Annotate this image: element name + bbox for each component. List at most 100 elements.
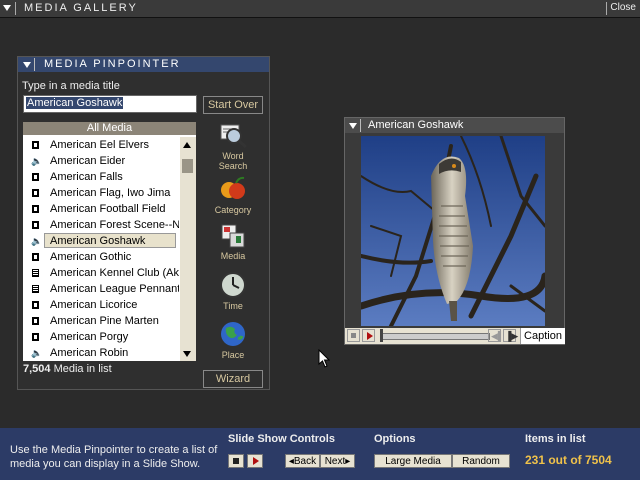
mouse-cursor-icon [318,348,331,371]
image-icon [32,205,39,213]
list-item[interactable]: 🔈 American Goshawk [23,233,179,249]
list-header: All Media [23,122,196,135]
search-label: Type in a media title [22,80,120,92]
tool-place[interactable]: Place [208,320,258,360]
clock-icon [218,271,248,299]
divider [34,58,35,71]
slideshow-play-button[interactable] [247,454,263,468]
list-item[interactable]: American Eel Elvers [23,137,179,153]
caption-button[interactable]: Caption [520,328,565,344]
list-item[interactable]: 🔈 American Robin [23,345,179,361]
list-rows: American Eel Elvers 🔈 American Eider Americ… [23,137,179,361]
tool-label: Media [220,251,246,261]
slideshow-stop-button[interactable] [228,454,244,468]
list-item-label: American Licorice [50,299,138,311]
title-bar: MEDIA GALLERY Close [0,0,640,18]
start-over-button[interactable]: Start Over [203,96,263,114]
window-title: MEDIA GALLERY [24,2,138,14]
list-item[interactable]: American Flag, Iwo Jima [23,185,179,201]
scroll-up-icon[interactable] [183,142,191,148]
rewind-button[interactable]: ◀▌ [488,329,504,342]
list-item-label: American Falls [50,171,123,183]
media-title-input[interactable]: American Goshawk [23,95,197,113]
random-button[interactable]: Random [452,454,510,468]
list-item[interactable]: American Gothic [23,249,179,265]
slider-handle[interactable] [380,329,383,342]
list-item-label: American Goshawk [50,235,146,247]
media-pinpointer-panel: MEDIA PINPOINTER Type in a media title A… [17,56,270,390]
forward-button[interactable]: ▐▶ [503,329,518,342]
media-count: 7,504 Media in list [23,363,112,375]
media-list: All Media American Eel Elvers 🔈 American E… [23,122,196,361]
media-count-text: Media in list [50,363,112,375]
viewer-header: American Goshawk [345,118,564,133]
tool-time[interactable]: Time [208,271,258,311]
media-count-number: 7,504 [23,363,51,375]
play-icon [253,457,259,465]
list-scrollbar[interactable] [180,137,196,361]
back-label: Back [293,456,317,467]
tool-label: Category [214,205,252,215]
scroll-down-icon[interactable] [183,351,191,357]
next-arrow-icon: ▸ [345,456,351,467]
image-icon [32,189,39,197]
table-icon [32,285,39,293]
slideshow-heading: Slide Show Controls [228,433,335,445]
tool-word-search[interactable]: Word Search [208,121,258,171]
tool-label: Word Search [218,151,248,171]
wizard-button[interactable]: Wizard [203,370,263,388]
image-icon [32,253,39,261]
stop-icon [351,333,356,338]
list-item[interactable]: 🔈 American Eider [23,153,179,169]
items-count: 231 out of 7504 [525,453,612,467]
media-viewer: American Goshawk ◀▌ ▐▶ Caption [344,117,565,345]
list-item-label: American Robin [50,347,129,359]
list-item[interactable]: American Kennel Club (Ak [23,265,179,281]
list-item-label: American Eider [50,155,126,167]
blocks-icon [218,221,248,249]
pinpointer-title: MEDIA PINPOINTER [44,58,181,70]
list-item[interactable]: American Football Field [23,201,179,217]
items-heading: Items in list [525,433,586,445]
list-item[interactable]: American Licorice [23,297,179,313]
globe-icon [218,320,248,348]
list-item-label: American Flag, Iwo Jima [50,187,171,199]
back-button[interactable]: ◂Back [285,454,320,468]
stop-button[interactable] [347,329,360,342]
close-button[interactable]: Close [610,2,636,13]
speaker-icon: 🔈 [31,156,43,166]
divider [15,2,16,15]
play-button[interactable] [362,329,375,342]
list-item[interactable]: American Falls [23,169,179,185]
list-item[interactable]: American Pine Marten [23,313,179,329]
pinpointer-header: MEDIA PINPOINTER [18,57,269,72]
list-item-label: American Football Field [50,203,166,215]
bottom-bar: Use the Media Pinpointer to create a lis… [0,428,640,480]
collapse-triangle-icon[interactable] [349,123,357,129]
list-item[interactable]: American Forest Scene--N [23,217,179,233]
list-item-label: American Porgy [50,331,129,343]
menu-triangle-icon[interactable] [3,5,11,11]
divider [606,2,607,15]
tool-category[interactable]: Category [208,175,258,215]
next-button[interactable]: Next▸ [320,454,355,468]
large-media-button[interactable]: Large Media [374,454,452,468]
tool-media[interactable]: Media [208,221,258,261]
tool-label: Time [223,301,243,311]
options-heading: Options [374,433,416,445]
list-item-label: American Pine Marten [50,315,159,327]
list-item[interactable]: American League Pennant [23,281,179,297]
image-icon [32,221,39,229]
progress-slider[interactable] [382,333,490,340]
list-item[interactable]: American Porgy [23,329,179,345]
list-item-label: American Forest Scene--N [50,219,179,231]
stop-icon [233,458,239,464]
scroll-thumb[interactable] [182,159,193,173]
fruit-icon [218,175,248,203]
viewer-title: American Goshawk [368,119,464,131]
image-icon [32,333,39,341]
help-text: Use the Media Pinpointer to create a lis… [10,444,218,470]
collapse-triangle-icon[interactable] [23,62,31,68]
speaker-icon: 🔈 [31,348,43,358]
media-title-input-value: American Goshawk [26,97,124,109]
